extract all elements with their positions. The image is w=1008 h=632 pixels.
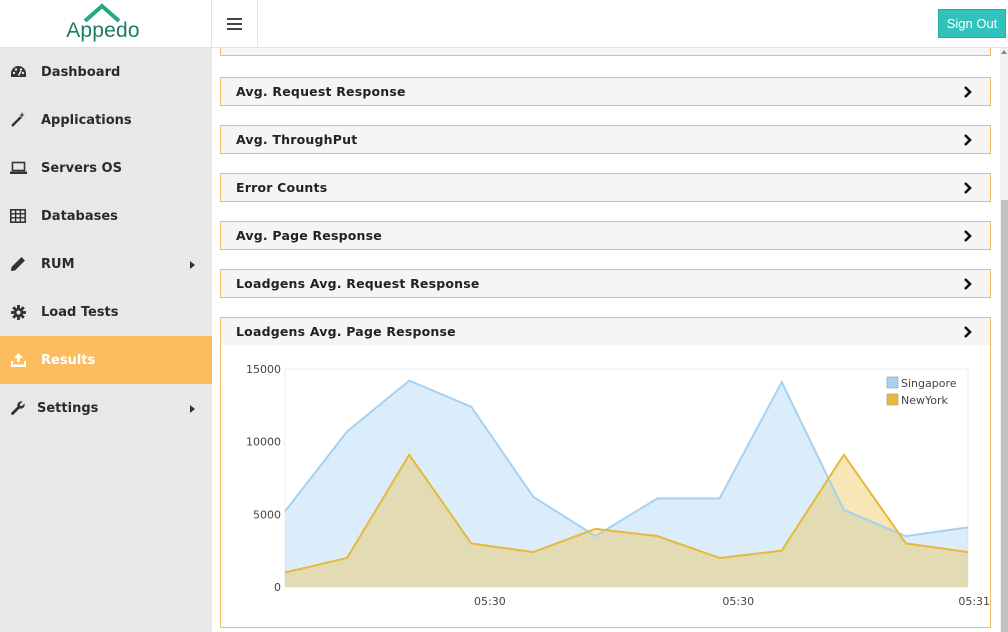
laptop-icon — [9, 160, 27, 176]
main-content: Avg. Request Response Avg. ThroughPut Er… — [212, 48, 1000, 632]
panel-loadgens-avg-page-response[interactable]: Loadgens Avg. Page Response 15000 10000 50… — [220, 317, 991, 628]
legend-swatch-singapore — [886, 376, 899, 389]
x-tick-label: 05:30 — [474, 595, 506, 608]
menu-toggle-button[interactable] — [212, 0, 258, 48]
sidebar-item-label: Dashboard — [41, 64, 121, 80]
chart-area: 15000 10000 5000 0 05:30 05:30 05:31 Singapore N… — [221, 345, 990, 627]
sidebar-item-load-tests[interactable]: Load Tests — [0, 288, 212, 336]
sidebar-item-label: Applications — [41, 112, 132, 128]
brand-logo[interactable]: Appedo — [0, 0, 212, 48]
panel-header[interactable]: Avg. Request Response — [221, 78, 990, 105]
panel-header[interactable]: Error Counts — [221, 174, 990, 201]
dashboard-icon — [9, 64, 27, 80]
top-bar: Appedo Sign Out — [0, 0, 1008, 48]
panel-scrolled-partial[interactable] — [220, 48, 991, 56]
panel-title: Avg. ThroughPut — [236, 132, 358, 147]
sidebar-item-settings[interactable]: Settings — [0, 384, 212, 432]
panel-header[interactable]: Loadgens Avg. Request Response — [221, 270, 990, 297]
panel-error-counts[interactable]: Error Counts — [220, 173, 991, 202]
hamburger-icon — [227, 23, 242, 25]
y-tick-label: 0 — [274, 581, 281, 594]
panel-avg-page-response[interactable]: Avg. Page Response — [220, 221, 991, 250]
legend-swatch-newyork — [886, 393, 899, 406]
sidebar-item-label: RUM — [41, 256, 75, 272]
x-tick-label: 05:31 — [958, 595, 990, 608]
scroll-up-arrow-icon[interactable] — [1001, 50, 1007, 54]
chevron-right-icon — [964, 86, 972, 98]
caret-right-icon — [190, 405, 195, 413]
chevron-right-icon — [964, 326, 972, 338]
panel-avg-throughput[interactable]: Avg. ThroughPut — [220, 125, 991, 154]
scrollbar-thumb[interactable] — [1001, 200, 1008, 632]
sign-out-button[interactable]: Sign Out — [938, 9, 1006, 38]
chevron-right-icon — [964, 134, 972, 146]
chevron-right-icon — [964, 230, 972, 242]
legend-label-singapore: Singapore — [901, 377, 957, 390]
sidebar-item-label: Databases — [41, 208, 118, 224]
panel-avg-request-response[interactable]: Avg. Request Response — [220, 77, 991, 106]
upload-icon — [9, 352, 27, 368]
sidebar-item-label: Settings — [37, 400, 99, 416]
sidebar-item-results[interactable]: Results — [0, 336, 212, 384]
brand-name: Appedo — [66, 19, 140, 42]
panel-header[interactable]: Avg. Page Response — [221, 222, 990, 249]
y-tick-label: 10000 — [246, 436, 281, 449]
sidebar-item-label: Servers OS — [41, 160, 122, 176]
panel-title: Avg. Page Response — [236, 228, 382, 243]
chevron-down-icon — [962, 48, 974, 50]
x-tick-label: 05:30 — [722, 595, 754, 608]
panel-header[interactable] — [221, 48, 990, 55]
magic-wand-icon — [9, 112, 27, 128]
table-icon — [9, 208, 27, 224]
panel-loadgens-avg-request-response[interactable]: Loadgens Avg. Request Response — [220, 269, 991, 298]
sidebar-item-dashboard[interactable]: Dashboard — [0, 48, 212, 96]
legend-label-newyork: NewYork — [901, 394, 949, 407]
sidebar-item-rum[interactable]: RUM — [0, 240, 212, 288]
chevron-right-icon — [964, 278, 972, 290]
sidebar-item-databases[interactable]: Databases — [0, 192, 212, 240]
panel-header[interactable]: Avg. ThroughPut — [221, 126, 990, 153]
sidebar: Dashboard Applications Servers OS Databa… — [0, 48, 212, 632]
y-tick-label: 5000 — [253, 508, 281, 521]
sidebar-item-label: Results — [41, 352, 96, 368]
panel-header[interactable]: Loadgens Avg. Page Response — [221, 318, 990, 345]
page-scrollbar[interactable] — [1000, 48, 1008, 632]
panel-title: Avg. Request Response — [236, 84, 406, 99]
panel-title: Loadgens Avg. Request Response — [236, 276, 480, 291]
gear-icon — [9, 304, 27, 320]
sidebar-item-servers-os[interactable]: Servers OS — [0, 144, 212, 192]
panel-title: Error Counts — [236, 180, 328, 195]
pencil-icon — [9, 256, 27, 272]
page-response-chart: 15000 10000 5000 0 05:30 05:30 05:31 Singapore N… — [246, 363, 990, 608]
y-tick-label: 15000 — [246, 363, 281, 376]
sidebar-item-applications[interactable]: Applications — [0, 96, 212, 144]
panel-title: Loadgens Avg. Page Response — [236, 324, 456, 339]
sidebar-item-label: Load Tests — [41, 304, 119, 320]
wrench-icon — [9, 400, 27, 416]
chevron-right-icon — [964, 182, 972, 194]
caret-right-icon — [190, 261, 195, 269]
